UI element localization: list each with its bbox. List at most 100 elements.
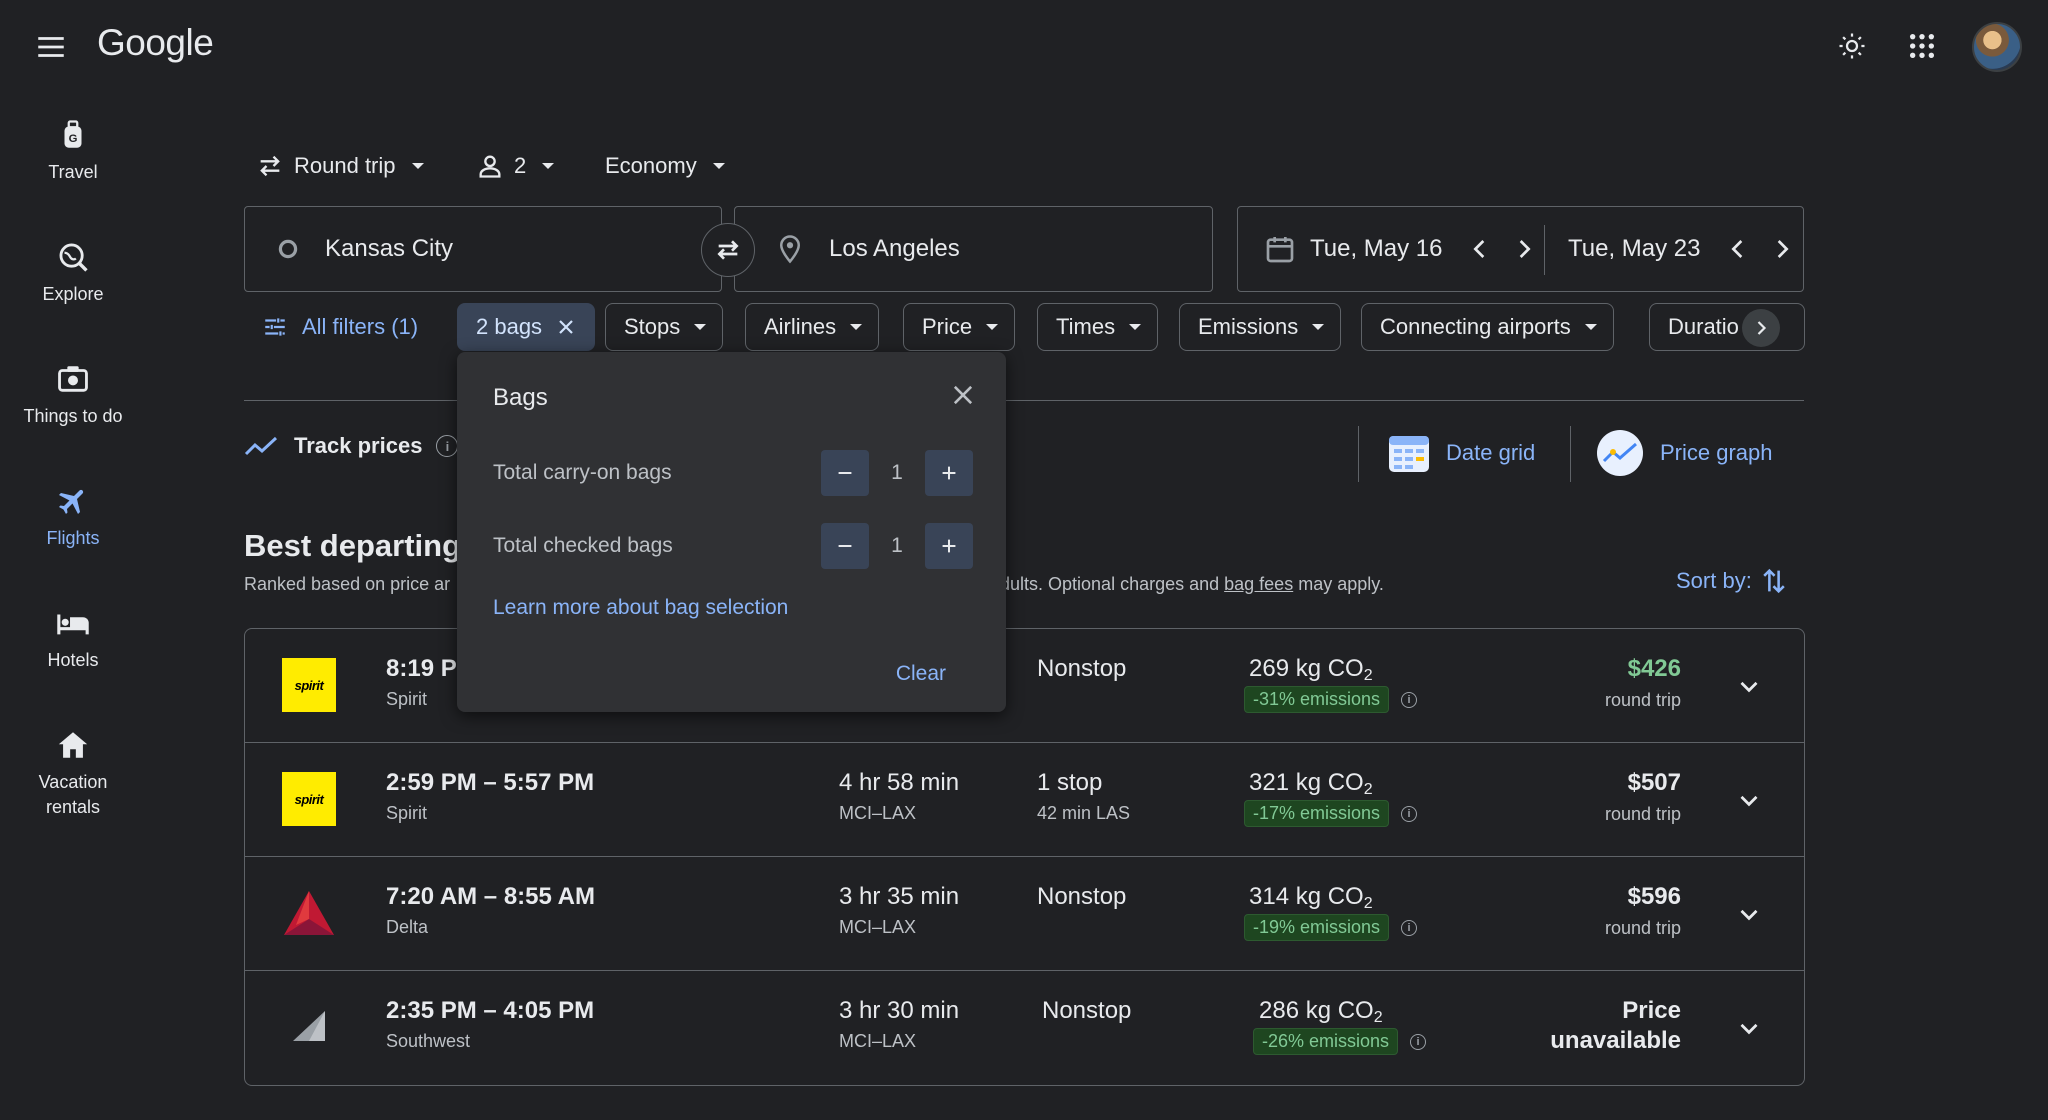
learn-more-bags-link[interactable]: Learn more about bag selection bbox=[493, 596, 788, 620]
nav-label-travel: Travel bbox=[48, 162, 98, 182]
origin-field[interactable]: Kansas City bbox=[244, 206, 722, 292]
destination-value: Los Angeles bbox=[829, 235, 960, 262]
price-filter-chip[interactable]: Price bbox=[903, 303, 1016, 351]
flight-price-sub: unavailable bbox=[1550, 1027, 1681, 1054]
clear-bags-button[interactable]: Clear bbox=[896, 662, 946, 686]
destination-field[interactable]: Los Angeles bbox=[734, 206, 1213, 292]
nav-item-travel[interactable]: G Travel bbox=[0, 118, 146, 185]
expand-row-button[interactable] bbox=[1732, 669, 1766, 703]
date-grid-button[interactable]: Date grid bbox=[1388, 428, 1535, 478]
flight-stops: Nonstop bbox=[1037, 883, 1127, 910]
co2-value: 321 kg CO bbox=[1249, 769, 1364, 796]
co2-value: 314 kg CO bbox=[1249, 883, 1364, 910]
checked-bags-label: Total checked bags bbox=[493, 534, 673, 557]
times-filter-chip[interactable]: Times bbox=[1037, 303, 1159, 351]
person-icon bbox=[479, 155, 501, 178]
times-chip-label: Times bbox=[1056, 314, 1116, 339]
results-subtitle-right: dults. Optional charges and bag fees may… bbox=[1000, 574, 1384, 595]
flight-row[interactable]: spirit 2:59 PM – 5:57 PM Spirit 4 hr 58 … bbox=[245, 743, 1804, 857]
info-icon[interactable]: i bbox=[436, 435, 459, 457]
results-heading: Best departing bbox=[244, 528, 462, 563]
info-icon[interactable]: i bbox=[1401, 805, 1418, 822]
flight-row[interactable]: 7:20 AM – 8:55 AM Delta 3 hr 35 min MCI–… bbox=[245, 857, 1804, 971]
flight-price: Price bbox=[1622, 997, 1681, 1024]
nav-item-vacation-rentals[interactable]: Vacation rentals bbox=[0, 728, 146, 820]
bags-popover-close-button[interactable] bbox=[946, 378, 980, 412]
nav-label-flights: Flights bbox=[46, 528, 100, 548]
flight-co2: 286 kg CO2 bbox=[1259, 997, 1383, 1027]
google-logo[interactable]: Google bbox=[97, 22, 214, 64]
price-graph-icon bbox=[1597, 430, 1643, 476]
depart-prev-button[interactable] bbox=[1464, 233, 1496, 265]
duration-filter-chip[interactable]: Duratio bbox=[1649, 303, 1805, 351]
nav-item-explore[interactable]: Explore bbox=[0, 240, 146, 307]
account-avatar[interactable] bbox=[1972, 22, 2022, 72]
track-prices[interactable]: Track prices i bbox=[244, 428, 459, 464]
depart-next-button[interactable] bbox=[1508, 233, 1540, 265]
return-prev-button[interactable] bbox=[1722, 233, 1754, 265]
price-graph-button[interactable]: Price graph bbox=[1596, 428, 1773, 478]
chevron-down-icon bbox=[712, 163, 725, 169]
bags-popover-title: Bags bbox=[493, 384, 548, 411]
info-icon[interactable]: i bbox=[1401, 691, 1418, 708]
sort-by-label: Sort by: bbox=[1676, 568, 1752, 593]
cabin-class-select[interactable]: Economy bbox=[605, 146, 725, 186]
emissions-filter-chip[interactable]: Emissions bbox=[1179, 303, 1342, 351]
delta-logo bbox=[282, 886, 336, 940]
sort-by-button[interactable]: Sort by: bbox=[1676, 566, 1788, 596]
passengers-count: 2 bbox=[514, 153, 527, 178]
trip-type-select[interactable]: Round trip bbox=[256, 146, 424, 186]
origin-value: Kansas City bbox=[325, 235, 454, 262]
expand-row-button[interactable] bbox=[1732, 783, 1766, 817]
flight-duration: 3 hr 30 min bbox=[839, 997, 960, 1024]
chevron-down-icon bbox=[1740, 795, 1758, 807]
flight-price: $596 bbox=[1627, 883, 1681, 910]
date-range-field[interactable]: Tue, May 16 Tue, May 23 bbox=[1237, 206, 1804, 292]
flight-co2: 314 kg CO2 bbox=[1249, 883, 1373, 913]
return-next-button[interactable] bbox=[1766, 233, 1798, 265]
menu-icon bbox=[38, 37, 64, 57]
all-filters-button[interactable]: All filters (1) bbox=[262, 303, 418, 351]
nav-label-vacation-rentals: Vacation rentals bbox=[38, 772, 108, 817]
close-icon[interactable] bbox=[554, 315, 578, 339]
carry-on-decrement-button[interactable] bbox=[821, 450, 869, 496]
checked-increment-button[interactable] bbox=[925, 523, 973, 569]
chevron-down-icon bbox=[1312, 324, 1325, 330]
house-icon bbox=[58, 732, 88, 758]
info-icon[interactable]: i bbox=[1410, 1033, 1427, 1050]
nav-item-flights[interactable]: Flights bbox=[0, 484, 146, 551]
bag-fees-link[interactable]: bag fees bbox=[1224, 574, 1293, 594]
depart-date[interactable]: Tue, May 16 bbox=[1310, 235, 1443, 263]
trend-line-icon bbox=[244, 436, 278, 456]
swap-locations-button[interactable] bbox=[701, 223, 755, 277]
emissions-badge-group: -17% emissions i bbox=[1244, 800, 1418, 827]
passengers-select[interactable]: 2 bbox=[476, 146, 555, 186]
carry-on-bags-row: Total carry-on bags 1 bbox=[493, 450, 973, 496]
nav-item-things-to-do[interactable]: Things to do bbox=[0, 362, 146, 429]
price-graph-label: Price graph bbox=[1660, 440, 1773, 465]
spirit-logo: spirit bbox=[282, 772, 336, 826]
carry-on-increment-button[interactable] bbox=[925, 450, 973, 496]
expand-row-button[interactable] bbox=[1732, 897, 1766, 931]
travel-icon: G bbox=[64, 120, 82, 148]
stops-filter-chip[interactable]: Stops bbox=[605, 303, 724, 351]
flight-row[interactable]: 2:35 PM – 4:05 PM Southwest 3 hr 30 min … bbox=[245, 971, 1804, 1085]
filters-scroll-right-button[interactable] bbox=[1742, 309, 1780, 347]
info-icon[interactable]: i bbox=[1401, 919, 1418, 936]
plus-icon bbox=[942, 539, 956, 553]
flight-stops: Nonstop bbox=[1037, 655, 1127, 682]
expand-row-button[interactable] bbox=[1732, 1011, 1766, 1045]
return-date[interactable]: Tue, May 23 bbox=[1568, 235, 1701, 263]
co2-value: 286 kg CO bbox=[1259, 997, 1374, 1024]
nav-item-hotels[interactable]: Hotels bbox=[0, 606, 146, 673]
apps-button[interactable] bbox=[1902, 26, 1942, 66]
emissions-badge-group: -19% emissions i bbox=[1244, 914, 1418, 941]
connecting-airports-filter-chip[interactable]: Connecting airports bbox=[1361, 303, 1614, 351]
main-menu-button[interactable] bbox=[34, 30, 74, 66]
flight-times: 2:59 PM – 5:57 PM bbox=[386, 769, 595, 796]
calendar-icon bbox=[1264, 233, 1296, 265]
airlines-filter-chip[interactable]: Airlines bbox=[745, 303, 880, 351]
checked-decrement-button[interactable] bbox=[821, 523, 869, 569]
bags-filter-chip[interactable]: 2 bags bbox=[457, 303, 596, 351]
theme-toggle-button[interactable] bbox=[1832, 26, 1872, 66]
